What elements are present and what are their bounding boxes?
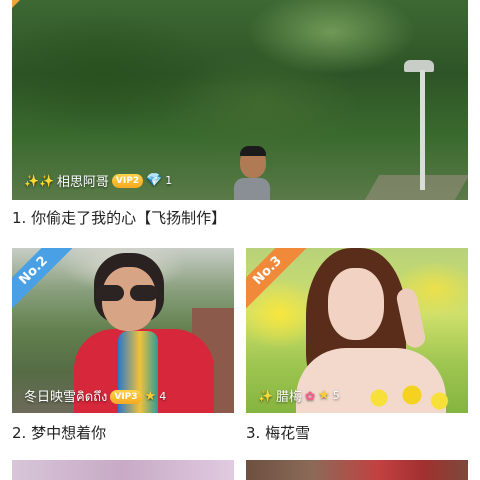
video-card-4[interactable] xyxy=(12,460,234,480)
video-thumbnail xyxy=(246,460,468,480)
sparkle-icon: ✨✨ xyxy=(24,173,54,188)
vip-badge: VIP2 xyxy=(111,173,144,188)
video-thumbnail xyxy=(12,460,234,480)
rank-ribbon xyxy=(12,0,48,16)
author-name: 冬日映雪คิดถึง xyxy=(24,390,108,405)
gift-count: 5 xyxy=(332,389,340,402)
flower-icon: ✿ xyxy=(304,388,316,403)
gift-count: 4 xyxy=(159,390,167,403)
video-card-5[interactable] xyxy=(246,460,468,480)
gift-count: 1 xyxy=(165,174,173,187)
video-title-2[interactable]: 2. 梦中想着你 xyxy=(12,422,106,443)
star-icon: ★ xyxy=(318,388,330,403)
vip-badge: VIP3 xyxy=(110,389,142,404)
star-icon: ★ xyxy=(144,389,157,404)
video-card-3[interactable]: No.3 ✨ 腊梅 ✿ ★ 5 xyxy=(246,248,468,413)
author-info[interactable]: 冬日映雪คิดถึง VIP3 ★ 4 xyxy=(24,386,166,407)
sparkle-icon: ✨ xyxy=(258,388,273,403)
author-info[interactable]: ✨ 腊梅 ✿ ★ 5 xyxy=(258,386,340,405)
author-name: 相思阿哥 xyxy=(56,175,109,190)
video-card-1[interactable]: ✨✨ 相思阿哥 VIP2 💎 1 xyxy=(12,0,468,200)
diamond-icon: 💎 xyxy=(146,173,163,188)
author-name: 腊梅 xyxy=(275,390,302,405)
video-title-1[interactable]: 1. 你偷走了我的心【飞扬制作】 xyxy=(12,207,226,228)
video-card-2[interactable]: No.2 冬日映雪คิดถึง VIP3 ★ 4 xyxy=(12,248,234,413)
video-title-3[interactable]: 3. 梅花雪 xyxy=(246,422,310,443)
author-info[interactable]: ✨✨ 相思阿哥 VIP2 💎 1 xyxy=(24,171,172,190)
